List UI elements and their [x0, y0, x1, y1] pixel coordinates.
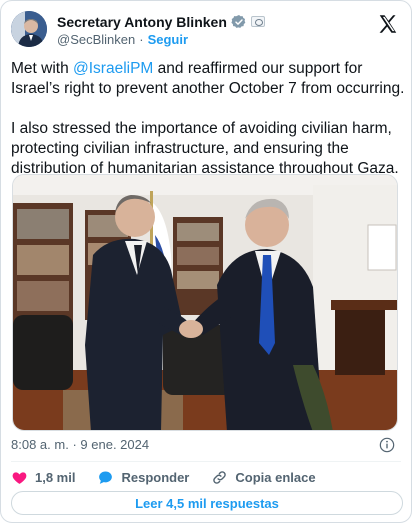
author-handle-row: @SecBlinken · Seguir [57, 32, 188, 47]
x-logo-icon[interactable] [377, 13, 399, 35]
handle-separator: · [139, 32, 144, 47]
meta-separator: · [72, 437, 77, 452]
author-name-row: Secretary Antony Blinken [57, 13, 265, 30]
tweet-paragraph-1: Met with @IsraeliPM and reaffirmed our s… [11, 59, 405, 99]
tweet-text: Met with @IsraeliPM and reaffirmed our s… [11, 59, 405, 179]
divider [11, 461, 401, 462]
author-avatar[interactable] [11, 11, 47, 47]
info-icon[interactable] [379, 437, 395, 453]
like-button[interactable]: 1,8 mil [11, 469, 75, 486]
tweet-card: Secretary Antony Blinken @SecBlinken · S… [0, 0, 412, 523]
verified-badge-icon [231, 14, 246, 28]
author-handle[interactable]: @SecBlinken [57, 32, 135, 47]
heart-icon [12, 471, 27, 484]
tweet-time: 8:08 a. m. [11, 437, 69, 452]
author-name[interactable]: Secretary Antony Blinken [57, 14, 227, 30]
government-flag-icon [250, 16, 265, 27]
follow-button[interactable]: Seguir [148, 32, 188, 47]
copy-link-label: Copia enlace [235, 469, 316, 485]
tweet-paragraph-2: I also stressed the importance of avoidi… [11, 120, 399, 177]
reply-button[interactable]: Responder [97, 469, 189, 486]
like-count: 1,8 mil [35, 469, 76, 485]
action-bar: 1,8 mil Responder Copia enlace [11, 467, 338, 487]
read-replies-button[interactable]: Leer 4,5 mil respuestas [11, 491, 403, 515]
reply-label: Responder [121, 469, 190, 485]
mention-link[interactable]: @IsraeliPM [73, 60, 153, 77]
tweet-timestamp[interactable]: 8:08 a. m. · 9 ene. 2024 [11, 437, 149, 452]
tweet-header: Secretary Antony Blinken @SecBlinken · S… [11, 11, 403, 49]
link-icon [213, 470, 227, 484]
reply-bubble-icon [99, 470, 113, 484]
tweet-date: 9 ene. 2024 [80, 437, 150, 452]
tweet-photo[interactable] [12, 174, 398, 431]
copy-link-button[interactable]: Copia enlace [211, 469, 316, 486]
tweet-text-part: Met with [11, 60, 74, 77]
